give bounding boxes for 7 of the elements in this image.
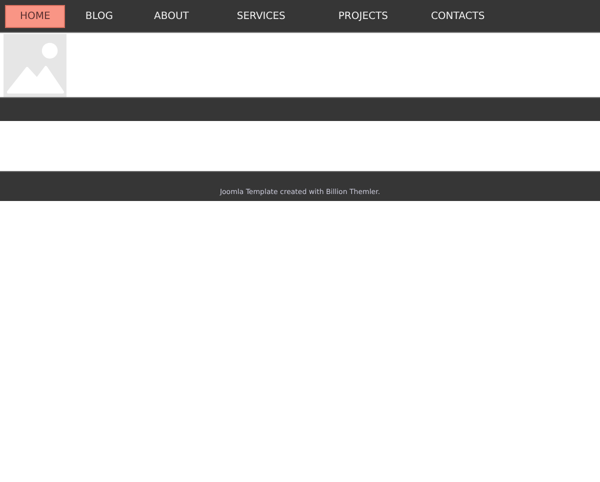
nav-item[interactable]: PROJECTS	[312, 4, 414, 28]
image-placeholder-icon	[3, 34, 67, 97]
nav-item[interactable]: CONTACTS	[416, 4, 499, 28]
nav-item[interactable]: HOME	[5, 4, 66, 28]
nav-item[interactable]: SERVICES	[212, 4, 310, 28]
nav-item[interactable]: BLOG	[68, 4, 130, 28]
nav-item[interactable]: ABOUT	[133, 4, 210, 28]
